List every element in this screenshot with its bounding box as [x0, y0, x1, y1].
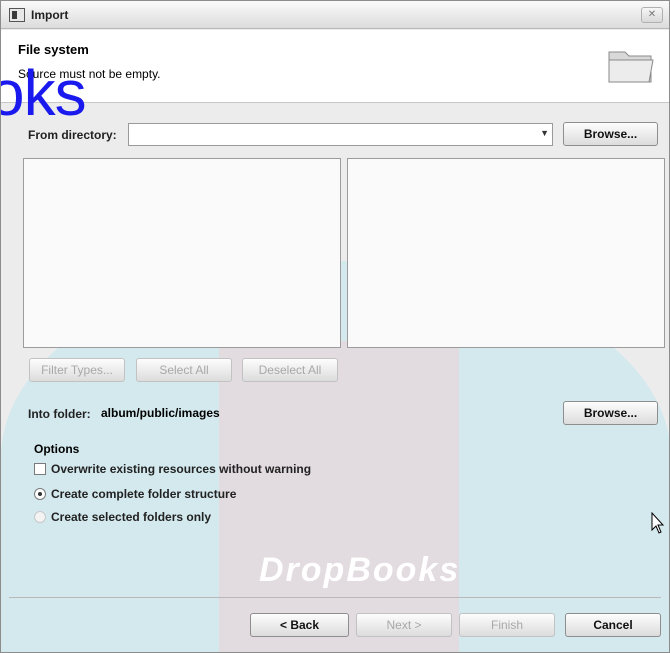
watermark-overlay-text: oks: [1, 57, 87, 129]
file-list[interactable]: [347, 158, 665, 348]
window-title: Import: [31, 8, 69, 22]
chevron-down-icon[interactable]: ▼: [540, 128, 549, 138]
footer-divider: [9, 597, 661, 598]
title-bar: Import ✕: [1, 1, 669, 29]
deselect-all-button[interactable]: Deselect All: [242, 358, 338, 382]
overwrite-label: Overwrite existing resources without war…: [51, 462, 312, 476]
watermark-book: [219, 341, 459, 652]
filter-types-button[interactable]: Filter Types...: [29, 358, 125, 382]
back-button[interactable]: < Back: [250, 613, 349, 637]
from-directory-label: From directory:: [28, 128, 117, 142]
cancel-button[interactable]: Cancel: [565, 613, 661, 637]
finish-button[interactable]: Finish: [459, 613, 555, 637]
overwrite-checkbox[interactable]: [34, 463, 46, 475]
folder-tree-list[interactable]: [23, 158, 341, 348]
page-title: File system: [18, 42, 89, 57]
watermark-brand-text: DropBooks: [259, 551, 461, 589]
select-all-button[interactable]: Select All: [136, 358, 232, 382]
close-button[interactable]: ✕: [641, 7, 663, 23]
options-heading: Options: [34, 442, 80, 456]
import-dialog: DropBooks Import ✕ File system Source mu…: [0, 0, 670, 653]
from-directory-combo[interactable]: ▼: [128, 123, 553, 146]
selected-folders-radio[interactable]: [34, 511, 46, 523]
into-folder-field[interactable]: album/public/images: [101, 402, 552, 424]
window-icon: [9, 8, 25, 22]
mouse-pointer-icon: [651, 512, 665, 534]
from-browse-button[interactable]: Browse...: [563, 122, 658, 146]
complete-structure-radio[interactable]: [34, 488, 46, 500]
wizard-header: File system Source must not be empty.: [1, 30, 669, 103]
into-browse-button[interactable]: Browse...: [563, 401, 658, 425]
into-folder-label: Into folder:: [28, 407, 91, 421]
complete-structure-label: Create complete folder structure: [51, 487, 237, 501]
folder-icon: [608, 51, 654, 83]
next-button[interactable]: Next >: [356, 613, 452, 637]
selected-folders-label: Create selected folders only: [51, 510, 212, 524]
